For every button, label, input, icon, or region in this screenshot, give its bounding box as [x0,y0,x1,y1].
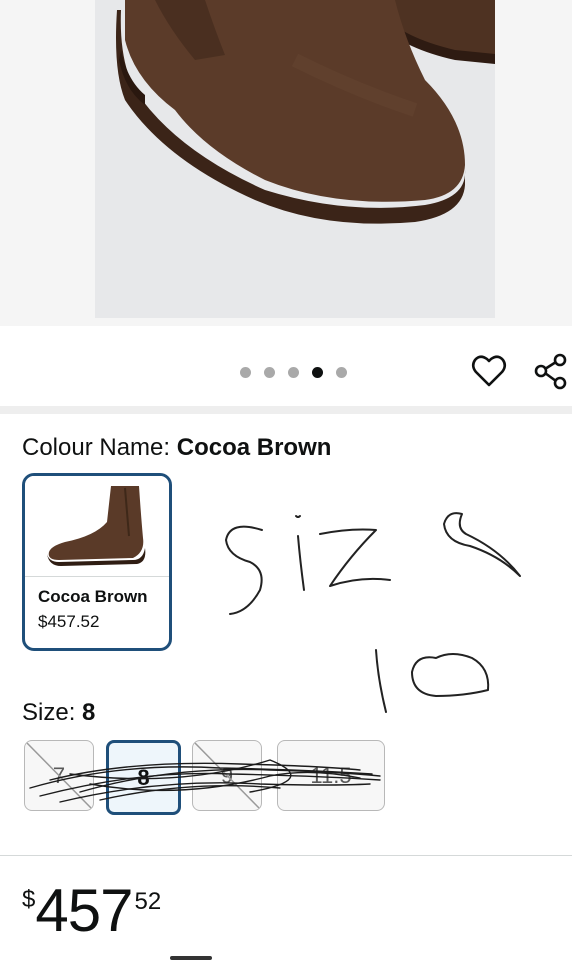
price-display: $ 457 52 [22,880,161,942]
heart-outline-icon[interactable] [470,352,508,390]
handwritten-size-note [200,490,540,735]
carousel-dot[interactable] [240,367,251,378]
price-currency-symbol: $ [22,886,36,913]
unavailable-slash-icon [194,742,260,809]
price-whole: 457 [35,877,133,944]
swatch-price: $457.52 [38,612,100,631]
size-option-7[interactable]: 7 [24,740,94,811]
section-divider [0,406,572,414]
share-icon[interactable] [532,352,570,390]
carousel-dots[interactable] [240,367,347,378]
size-option-8[interactable]: 8 [106,740,181,815]
section-divider [0,855,572,856]
chelsea-boot-photo[interactable] [95,0,495,318]
colour-label: Colour Name: [22,434,177,461]
carousel-dot[interactable] [336,367,347,378]
carousel-dot-active[interactable] [312,367,323,378]
product-image-area[interactable] [0,0,572,326]
size-option-label: 11.5 [310,762,352,788]
size-option-label: 8 [137,764,150,790]
size-heading: Size: 8 [22,699,95,727]
colour-heading: Colour Name: Cocoa Brown [22,434,331,462]
size-label: Size: [22,699,83,726]
colour-swatch-cocoa-brown[interactable]: Cocoa Brown $457.52 [22,473,172,651]
home-indicator [170,956,212,960]
swatch-name: Cocoa Brown [38,587,148,606]
carousel-dot[interactable] [264,367,275,378]
size-option-11-5[interactable]: 11.5 [277,740,385,811]
size-value: 8 [82,699,96,726]
size-option-9[interactable]: 9 [192,740,262,811]
swatch-boot-thumbnail [25,476,169,577]
colour-value: Cocoa Brown [176,434,332,461]
carousel-dot[interactable] [288,367,299,378]
unavailable-slash-icon [26,742,92,809]
price-fraction: 52 [134,888,162,915]
